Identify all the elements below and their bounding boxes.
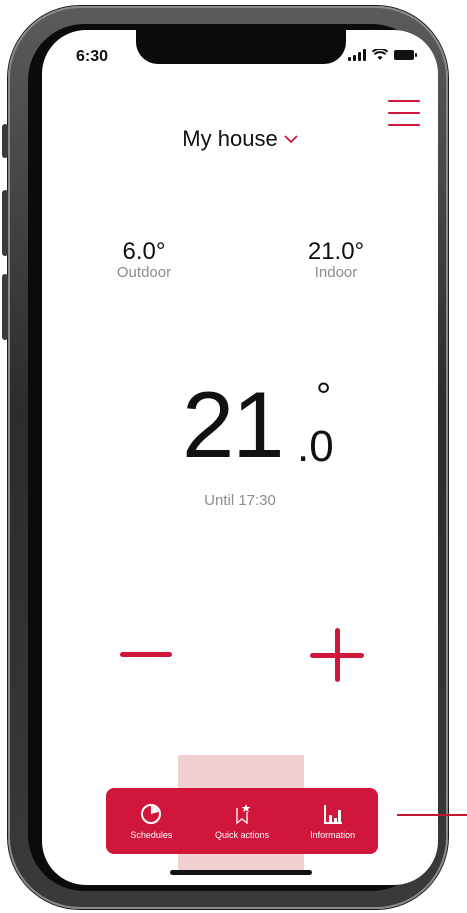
setpoint-display: 21 ° .0 (182, 372, 352, 488)
indoor-temp-label: Indoor (314, 264, 358, 281)
wifi-icon (372, 49, 388, 60)
notch (136, 30, 346, 64)
indoor-temperature: 21.0° Indoor (298, 238, 374, 281)
hamburger-menu-icon[interactable] (388, 100, 420, 126)
annotation-callout-line (397, 814, 467, 816)
app-screen: 6:30 My house 6.0° Outdoor 21.0° Indoor … (42, 30, 438, 885)
status-icons (348, 49, 417, 61)
indoor-temp-value: 21.0° (307, 238, 365, 265)
nav-label-schedules: Schedules (130, 829, 173, 840)
nav-item-information[interactable]: Information (288, 803, 378, 840)
outdoor-temp-value: 6.0° (122, 238, 166, 265)
increase-temperature-button[interactable] (310, 628, 364, 682)
nav-label-quick-actions: Quick actions (214, 829, 269, 840)
side-button-volume-down (2, 274, 8, 340)
quick-actions-icon (236, 803, 251, 824)
page-title: My house (182, 126, 278, 151)
status-time: 6:30 (76, 48, 109, 65)
chevron-down-icon (284, 135, 298, 144)
until-time: Until 17:30 (204, 492, 276, 509)
chart-icon (323, 804, 342, 824)
setpoint-degree: ° (316, 376, 332, 418)
nav-item-schedules[interactable]: Schedules (106, 803, 196, 840)
bottom-navigation: Schedules Quick actions Information (106, 788, 378, 854)
outdoor-temperature: 6.0° Outdoor (106, 238, 182, 281)
side-button-volume-up (2, 190, 8, 256)
home-indicator (170, 870, 312, 875)
battery-icon (394, 50, 417, 60)
decrease-temperature-button[interactable] (120, 652, 172, 657)
nav-label-information: Information (310, 829, 356, 840)
signal-icon (348, 49, 366, 61)
side-button-mute (2, 124, 8, 158)
nav-item-quick-actions[interactable]: Quick actions (197, 803, 287, 840)
schedule-icon (141, 803, 162, 824)
house-selector[interactable]: My house (42, 126, 438, 152)
setpoint-integer: 21 (182, 372, 285, 477)
outdoor-temp-label: Outdoor (116, 264, 172, 281)
setpoint-decimal: .0 (297, 422, 334, 471)
